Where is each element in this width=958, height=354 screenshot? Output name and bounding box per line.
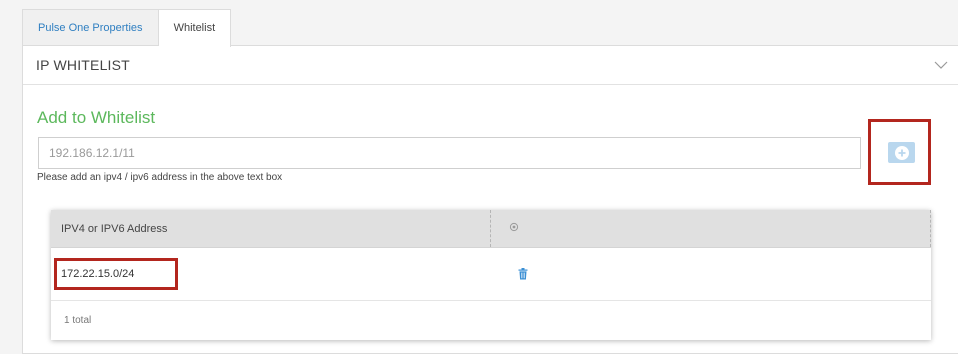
plus-icon [894,145,909,160]
add-button[interactable] [888,142,915,163]
table-row: 172.22.15.0/24 [51,248,931,301]
ip-address-input[interactable] [38,137,861,169]
chevron-down-icon[interactable] [934,58,948,72]
panel-title: IP WHITELIST [36,57,130,73]
row-address-cell: 172.22.15.0/24 [51,248,491,300]
table-footer-total: 1 total [64,314,92,326]
row-action-cell [491,248,931,300]
column-header-actions [491,210,931,247]
whitelist-table: IPV4 or IPV6 Address 172.22.15.0/24 1 to… [51,210,931,340]
row-address-value: 172.22.15.0/24 [54,258,178,290]
whitelist-panel: IP WHITELIST Add to Whitelist Please add… [22,45,958,354]
input-help-text: Please add an ipv4 / ipv6 address in the… [37,172,283,183]
tab-bar: Pulse One Properties Whitelist [22,9,232,47]
settings-icon[interactable] [509,222,519,235]
trash-icon[interactable] [518,267,530,281]
table-header: IPV4 or IPV6 Address [51,210,931,248]
column-header-address[interactable]: IPV4 or IPV6 Address [51,210,491,247]
section-title: Add to Whitelist [37,108,156,127]
tab-pulse-one-properties[interactable]: Pulse One Properties [22,9,159,46]
panel-header[interactable]: IP WHITELIST [23,46,958,85]
tab-whitelist[interactable]: Whitelist [158,9,232,47]
